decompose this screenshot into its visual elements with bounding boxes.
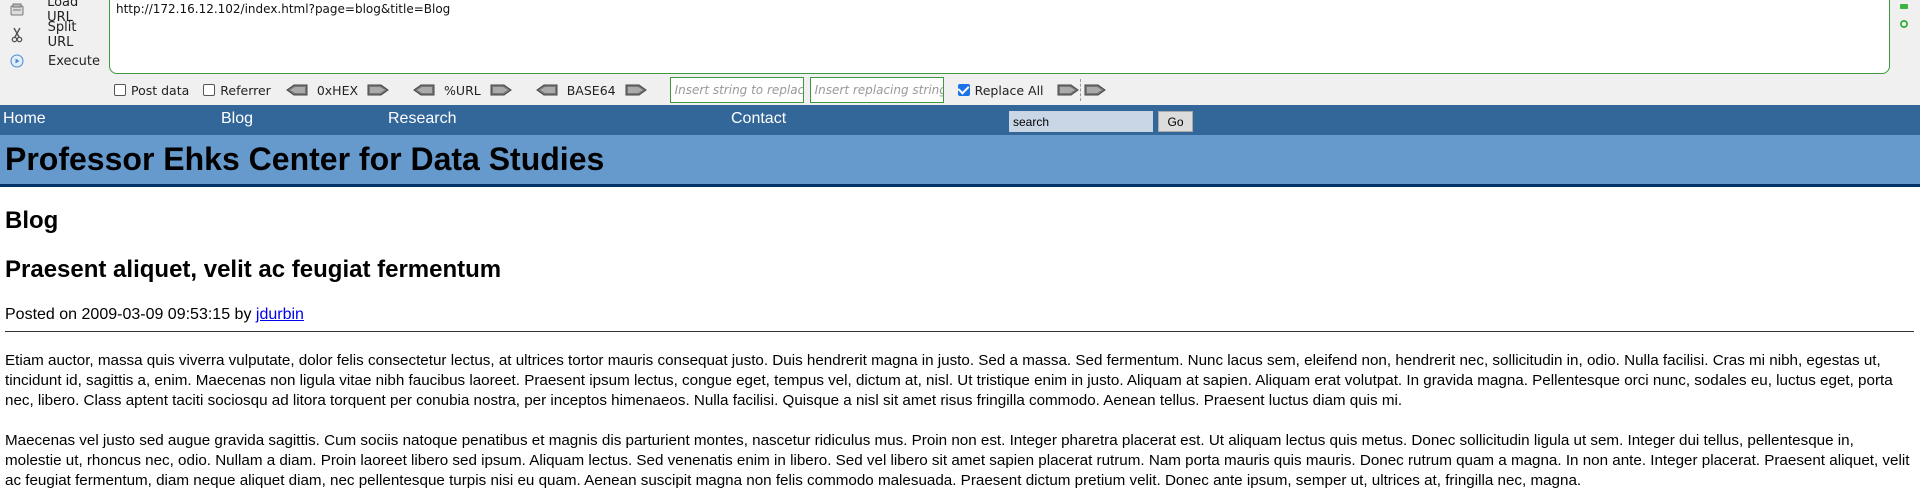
decode-left-arrow-icon[interactable] (285, 83, 309, 97)
site-navbar: Home Blog Research Contact Go (0, 105, 1920, 135)
replace-string-input[interactable]: Insert replacing string (809, 77, 944, 103)
referrer-checkbox[interactable]: Referrer (203, 83, 271, 98)
toolbar-divider (1079, 79, 1081, 101)
section-heading: Blog (5, 207, 59, 234)
post-paragraph: Etiam auctor, massa quis viverra vulputa… (5, 352, 1893, 409)
load-url-button[interactable]: Load URL (0, 0, 105, 25)
nav-link-home[interactable]: Home (3, 110, 46, 128)
post-paragraph: Maecenas vel justo sed augue gravida sag… (5, 432, 1910, 489)
referrer-label: Referrer (220, 82, 271, 98)
post-divider (5, 331, 1914, 332)
encode-right-arrow-icon[interactable] (624, 83, 648, 97)
posted-date: 2009-03-09 09:53:15 (81, 306, 231, 323)
encoder-url: %URL (412, 83, 513, 98)
post-data-checkbox-box[interactable] (114, 84, 126, 96)
play-icon (8, 52, 26, 70)
execute-arrow-icon[interactable] (1083, 83, 1107, 97)
load-url-icon (8, 1, 25, 19)
replace-all-checkbox-box[interactable] (957, 84, 970, 96)
encode-right-arrow-icon[interactable] (489, 83, 513, 97)
site-title: Professor Ehks Center for Data Studies (5, 141, 605, 177)
post-meta: Posted on 2009-03-09 09:53:15 by jdurbin (5, 306, 304, 324)
scissors-icon (8, 26, 26, 44)
status-dot-icon (1900, 20, 1908, 28)
encoder-url-label: %URL (444, 82, 481, 98)
split-url-button[interactable]: Split URL (0, 20, 105, 50)
execute-label: Execute (48, 53, 100, 69)
url-textarea[interactable]: http://172.16.12.102/index.html?page=blo… (109, 0, 1890, 74)
split-url-label: Split URL (47, 20, 77, 50)
nav-link-research[interactable]: Research (388, 110, 456, 128)
replace-all-checkbox[interactable]: Replace All (957, 82, 1044, 98)
encoder-hex: 0xHEX (285, 83, 390, 98)
post-data-label: Post data (131, 82, 190, 98)
nav-link-contact[interactable]: Contact (731, 110, 786, 128)
execute-button[interactable]: Execute (0, 50, 105, 72)
replace-run-arrow-icon[interactable] (1056, 83, 1080, 97)
hackbar-side-controls (1900, 4, 1910, 28)
referrer-checkbox-box[interactable] (203, 84, 216, 96)
replace-all-label: Replace All (974, 82, 1044, 98)
encoder-base64-label: BASE64 (566, 82, 616, 98)
find-string-input[interactable]: Insert string to replace (669, 77, 804, 103)
hackbar-toolbar: Load URL Split URL Execute http://172.16… (0, 0, 1920, 105)
encoder-base64: BASE64 (535, 83, 648, 98)
author-link[interactable]: jdurbin (256, 306, 304, 323)
search-input[interactable] (1009, 111, 1153, 132)
post-title: Praesent aliquet, velit ac feugiat ferme… (5, 256, 502, 283)
search-go-button[interactable]: Go (1158, 111, 1193, 132)
posted-prefix: Posted on (5, 306, 78, 323)
decode-left-arrow-icon[interactable] (535, 83, 559, 97)
hackbar-options-row: Post data Referrer 0xHEX %URL BASE64 Ins… (114, 77, 1107, 103)
nav-link-blog[interactable]: Blog (221, 110, 253, 128)
minimize-icon[interactable] (1900, 4, 1908, 9)
site-banner: Professor Ehks Center for Data Studies (0, 135, 1920, 187)
encode-right-arrow-icon[interactable] (366, 83, 390, 97)
post-data-checkbox[interactable]: Post data (114, 83, 189, 98)
posted-by: by (234, 306, 252, 323)
decode-left-arrow-icon[interactable] (412, 83, 436, 97)
encoder-hex-label: 0xHEX (316, 82, 359, 98)
